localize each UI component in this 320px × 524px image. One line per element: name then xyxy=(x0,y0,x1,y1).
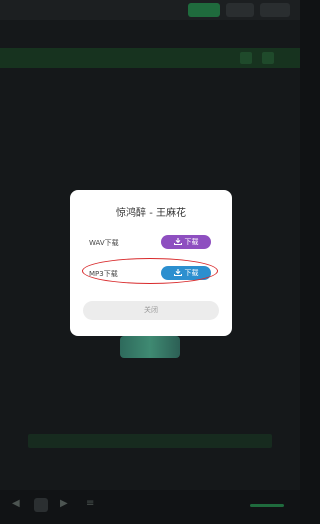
queue-icon[interactable]: ≡ xyxy=(86,498,94,509)
dialog-title: 惊鸿醉 - 王麻花 xyxy=(116,208,186,219)
top-action-button[interactable] xyxy=(188,3,220,17)
mp3-highlight-annotation xyxy=(82,258,218,284)
close-button[interactable]: 关闭 xyxy=(83,301,219,320)
wav-download-label: WAV下载 xyxy=(89,239,119,247)
wav-download-button[interactable]: 下载 xyxy=(161,235,211,249)
wav-download-button-label: 下载 xyxy=(184,238,199,246)
download-icon xyxy=(173,238,182,245)
top-button-3[interactable] xyxy=(260,3,290,17)
album-cover xyxy=(120,336,180,358)
download-dialog: 惊鸿醉 - 王麻花 WAV下载 下载 MP3下载 下载 关闭 xyxy=(70,190,232,336)
top-button-2[interactable] xyxy=(226,3,254,17)
track-action-icon[interactable] xyxy=(240,52,252,64)
play-button[interactable] xyxy=(34,498,48,512)
track-row-active[interactable] xyxy=(0,48,300,68)
action-bar[interactable] xyxy=(28,434,272,448)
top-bar xyxy=(0,0,300,20)
next-icon[interactable]: ▶ xyxy=(60,498,68,509)
prev-icon[interactable]: ◀ xyxy=(12,498,20,509)
volume-slider[interactable] xyxy=(250,504,284,507)
track-action-icon[interactable] xyxy=(262,52,274,64)
